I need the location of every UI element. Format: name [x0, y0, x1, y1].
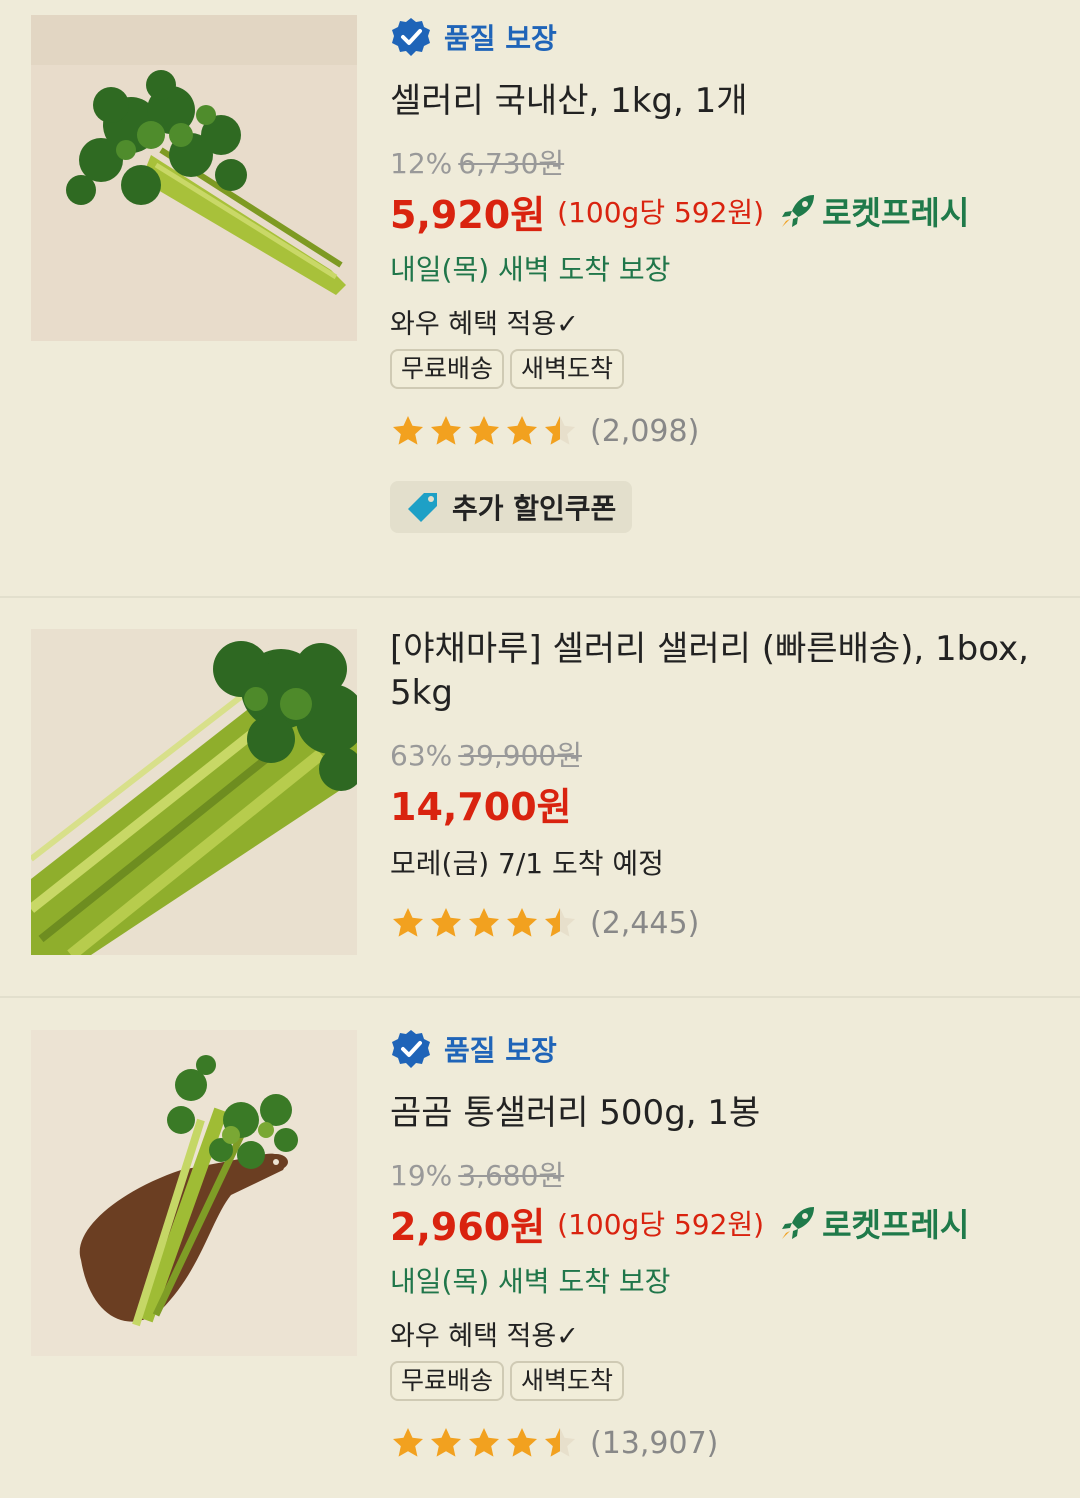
star-icon	[393, 1428, 423, 1457]
star-icon	[431, 1428, 461, 1457]
product-title[interactable]: 곰곰 통샐러리 500g, 1봉	[390, 1091, 1050, 1135]
price-row: 2,960원 (100g당 592원) 로켓프레시	[390, 1199, 1050, 1249]
star-icon	[393, 908, 423, 937]
wow-benefit: 와우 혜택 적용✓	[390, 309, 579, 340]
delivery-info: 모레(금) 7/1 도착 예정	[390, 847, 664, 880]
star-icon	[431, 908, 461, 937]
star-rating	[390, 413, 580, 449]
price-row: 5,920원 (100g당 592원) 로켓프레시	[390, 187, 1050, 237]
star-icon	[507, 908, 537, 937]
celery-image	[31, 1030, 357, 1356]
rating-row: (13,907)	[390, 1423, 1050, 1463]
original-price: 39,900원	[458, 739, 582, 772]
star-icon	[469, 908, 499, 937]
verified-check-icon	[392, 18, 430, 56]
original-price-row: 19% 3,680원	[390, 1159, 1050, 1193]
quality-label: 품질 보장	[444, 22, 557, 55]
tag-free-shipping: 무료배송	[390, 349, 505, 389]
tag-dawn-delivery: 새벽도착	[510, 349, 625, 389]
rocket-fresh-badge: 로켓프레시	[778, 1200, 969, 1246]
star-icon	[507, 1428, 537, 1457]
star-icon	[507, 416, 537, 445]
half-star-icon	[545, 416, 575, 445]
discount-rate: 19%	[390, 1159, 453, 1192]
product-image[interactable]	[31, 15, 357, 341]
delivery-info: 내일(목) 새벽 도착 보장	[390, 1265, 671, 1298]
product-card[interactable]: [야채마루] 셀러리 샐러리 (빠른배송), 1box, 5kg 63% 39,9…	[0, 597, 1080, 997]
price-row: 14,700원	[390, 779, 1050, 829]
delivery-info: 내일(목) 새벽 도착 보장	[390, 253, 671, 286]
quality-badge: 품질 보장	[390, 15, 1050, 59]
review-count: (13,907)	[590, 1425, 719, 1461]
sale-price: 2,960원	[390, 1204, 546, 1249]
verified-check-icon	[392, 1030, 430, 1068]
review-count: (2,445)	[590, 905, 700, 941]
tag-list: 무료배송 새벽도착	[390, 349, 1050, 389]
star-rating	[390, 1425, 580, 1461]
unit-price: (100g당 592원)	[557, 196, 765, 229]
original-price-row: 63% 39,900원	[390, 739, 1050, 773]
product-image[interactable]	[31, 1030, 357, 1356]
rocket-icon	[782, 1207, 815, 1239]
rocket-fresh-badge: 로켓프레시	[778, 188, 969, 234]
coupon-button[interactable]: 추가 할인쿠폰	[390, 481, 633, 533]
star-icon	[469, 416, 499, 445]
original-price-row: 12% 6,730원	[390, 147, 1050, 181]
tag-dawn-delivery: 새벽도착	[510, 1361, 625, 1401]
sale-price: 14,700원	[390, 784, 572, 829]
discount-rate: 63%	[390, 739, 453, 772]
review-count: (2,098)	[590, 413, 700, 449]
quality-label: 품질 보장	[444, 1034, 557, 1067]
half-star-icon	[545, 908, 575, 937]
coupon-tag-icon	[408, 493, 437, 522]
product-title[interactable]: [야채마루] 셀러리 샐러리 (빠른배송), 1box, 5kg	[390, 627, 1050, 715]
original-price: 3,680원	[458, 1159, 565, 1192]
sale-price: 5,920원	[390, 192, 546, 237]
rocket-icon	[782, 195, 815, 227]
product-card[interactable]: 품질 보장 곰곰 통샐러리 500g, 1봉 19% 3,680원 2,960원 …	[0, 997, 1080, 1498]
rocket-label: 로켓프레시	[822, 1206, 970, 1244]
star-rating	[390, 905, 580, 941]
celery-image	[31, 629, 357, 955]
quality-badge: 품질 보장	[390, 1027, 1050, 1071]
half-star-icon	[545, 1428, 575, 1457]
celery-image	[31, 15, 357, 341]
rating-row: (2,445)	[390, 903, 1050, 943]
rating-row: (2,098)	[390, 411, 1050, 451]
coupon-label: 추가 할인쿠폰	[452, 492, 617, 525]
tag-list: 무료배송 새벽도착	[390, 1361, 1050, 1401]
wow-benefit: 와우 혜택 적용✓	[390, 1321, 579, 1352]
product-card[interactable]: 품질 보장 셀러리 국내산, 1kg, 1개 12% 6,730원 5,920원 …	[0, 0, 1080, 597]
star-icon	[393, 416, 423, 445]
product-image[interactable]	[31, 629, 357, 955]
star-icon	[469, 1428, 499, 1457]
discount-rate: 12%	[390, 147, 453, 180]
product-title[interactable]: 셀러리 국내산, 1kg, 1개	[390, 79, 1050, 123]
star-icon	[431, 416, 461, 445]
original-price: 6,730원	[458, 147, 565, 180]
rocket-label: 로켓프레시	[822, 194, 970, 232]
unit-price: (100g당 592원)	[557, 1208, 765, 1241]
tag-free-shipping: 무료배송	[390, 1361, 505, 1401]
